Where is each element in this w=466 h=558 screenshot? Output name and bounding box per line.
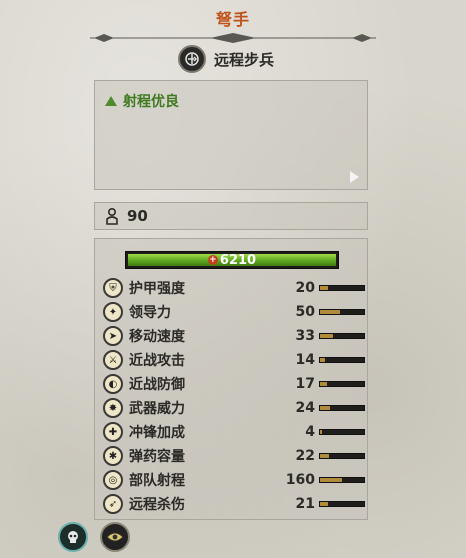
stat-name: 近战防御 [129,377,185,393]
hit-points-text: + 6210 [126,252,338,268]
unit-size-panel: 90 [94,202,368,230]
stat-value: 4 [305,424,315,440]
stat-bar [319,357,365,363]
stat-value: 14 [295,352,315,368]
stat-value: 160 [285,472,315,488]
health-plus-icon: + [207,255,218,265]
stat-value: 21 [295,496,315,512]
trait-label: 射程优良 [123,94,179,110]
stat-name: 远程杀伤 [129,497,185,513]
missile-damage-icon: ➶ [103,494,123,514]
ranged-infantry-icon[interactable] [178,45,206,73]
stat-bar [319,429,365,435]
hit-points-bar[interactable]: + 6210 [125,251,339,269]
stat-bar-fill [320,310,340,314]
eye-ability-icon[interactable] [100,522,130,552]
armor-icon: ⛨ [103,278,123,298]
expand-arrow-icon[interactable] [350,171,359,183]
stat-row[interactable]: ⚔ 近战攻击 14 [103,349,365,371]
range-icon: ◎ [103,470,123,490]
stat-bar [319,405,365,411]
stat-row[interactable]: ✱ 弹药容量 22 [103,445,365,467]
stat-bar-fill [320,430,322,434]
stat-bar-fill [320,454,329,458]
speed-icon: ➤ [103,326,123,346]
charge-bonus-icon: ✚ [103,422,123,442]
unit-size-value: 90 [127,207,148,225]
melee-attack-icon: ⚔ [103,350,123,370]
positive-trait-icon [105,96,117,106]
stat-value: 33 [295,328,315,344]
trait-panel: 射程优良 [94,80,368,190]
stats-panel: + 6210 ⛨ 护甲强度 20 ✦ 领导力 50 ➤ 移动速度 33 ⚔ 近战攻击 14 ◐ 近战防御 1… [94,238,368,520]
stat-bar-fill [320,502,329,506]
stat-value: 20 [295,280,315,296]
stat-bar [319,285,365,291]
stat-bar-fill [320,358,326,362]
stat-row[interactable]: ✸ 武器威力 24 [103,397,365,419]
stat-row[interactable]: ✦ 领导力 50 [103,301,365,323]
unit-size-icon [106,207,118,225]
unit-class: 远程步兵 [178,44,274,74]
stat-name: 弹药容量 [129,449,185,465]
stat-name: 冲锋加成 [129,425,185,441]
hit-points-value: 6210 [219,252,257,268]
ability-icons [58,522,142,552]
stat-row[interactable]: ⛨ 护甲强度 20 [103,277,365,299]
stat-bar-fill [320,382,327,386]
unit-title: 弩手 [215,10,250,29]
stat-value: 50 [295,304,315,320]
weapon-strength-icon: ✸ [103,398,123,418]
stat-name: 近战攻击 [129,353,185,369]
stat-bar-fill [320,478,342,482]
stat-bar [319,381,365,387]
stat-name: 移动速度 [129,329,185,345]
skull-ability-icon[interactable] [58,522,88,552]
stat-value: 24 [295,400,315,416]
stat-name: 部队射程 [129,473,185,489]
stat-bar-fill [320,334,334,338]
stat-bar-fill [320,286,328,290]
melee-defense-icon: ◐ [103,374,123,394]
stat-row[interactable]: ◐ 近战防御 17 [103,373,365,395]
stat-bar [319,309,365,315]
stat-row[interactable]: ◎ 部队射程 160 [103,469,365,491]
stat-name: 护甲强度 [129,281,185,297]
stat-value: 17 [295,376,315,392]
stat-row[interactable]: ✚ 冲锋加成 4 [103,421,365,443]
stat-bar [319,477,365,483]
stat-name: 武器威力 [129,401,185,417]
ammunition-icon: ✱ [103,446,123,466]
stat-name: 领导力 [129,305,171,321]
stat-bar-fill [320,406,330,410]
stat-row[interactable]: ➤ 移动速度 33 [103,325,365,347]
trait-item[interactable]: 射程优良 [105,91,179,111]
stat-bar [319,333,365,339]
stat-value: 22 [295,448,315,464]
stat-row[interactable]: ➶ 远程杀伤 21 [103,493,365,515]
title-ornament [90,33,376,43]
stat-bar [319,501,365,507]
unit-class-label: 远程步兵 [214,50,275,69]
stat-bar [319,453,365,459]
leadership-icon: ✦ [103,302,123,322]
